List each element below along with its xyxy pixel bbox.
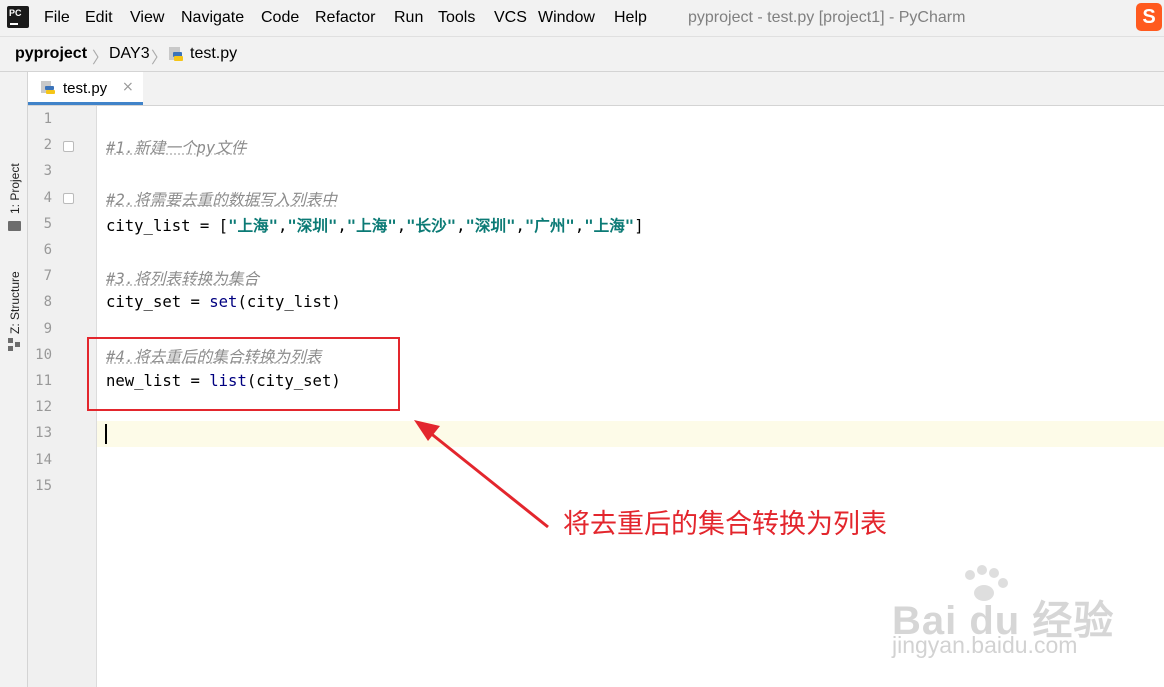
watermark-url: jingyan.baidu.com <box>892 632 1078 658</box>
current-line-highlight <box>97 421 1164 447</box>
string-literal: "上海" <box>346 217 397 235</box>
annotation-text: 将去重后的集合转换为列表 <box>563 509 887 540</box>
string-literal: "深圳" <box>465 217 516 235</box>
line-number: 11 <box>35 373 52 389</box>
structure-icon[interactable] <box>8 338 21 351</box>
editor-tab-bar: test.py × <box>28 72 1164 106</box>
separator: , <box>396 217 407 235</box>
separator: , <box>515 217 525 235</box>
code-text: city_list = [ <box>106 217 229 235</box>
line-number: 9 <box>43 320 52 337</box>
fold-marker-icon[interactable] <box>63 141 74 152</box>
separator: , <box>278 217 288 235</box>
menu-view[interactable]: View <box>130 9 164 27</box>
line-number: 1 <box>43 111 52 127</box>
string-literal: "广州" <box>524 217 575 235</box>
chevron-right-icon: 〉 <box>151 50 168 67</box>
chevron-right-icon: 〉 <box>92 50 109 67</box>
menu-edit[interactable]: Edit <box>85 9 113 27</box>
close-icon[interactable]: × <box>122 79 134 95</box>
line-number: 7 <box>43 268 52 285</box>
code-text: city_set = <box>106 293 210 311</box>
tab-test-py[interactable]: test.py × <box>28 72 143 105</box>
breadcrumb: pyproject 〉 DAY3 〉 test.py <box>0 37 1164 72</box>
code-text: ] <box>634 217 644 235</box>
line-number: 6 <box>43 242 52 258</box>
code-line-7: #3.将列表转换为集合 <box>106 267 259 289</box>
fold-marker-icon[interactable] <box>63 193 74 204</box>
separator: , <box>456 217 466 235</box>
code-line-8: city_set = set(city_list) <box>106 293 341 311</box>
app-icon-label: PC <box>9 8 22 18</box>
builtin-function: set <box>209 293 238 311</box>
window-title: pyproject - test.py [project1] - PyCharm <box>688 9 966 26</box>
breadcrumb-folder[interactable]: DAY3 <box>109 45 150 63</box>
comment: #2.将需要去重的数据写入列表中 <box>106 191 337 209</box>
python-file-icon <box>169 47 183 61</box>
text-caret <box>105 424 107 444</box>
menu-window[interactable]: Window <box>538 9 595 27</box>
line-number: 3 <box>43 163 52 180</box>
separator: , <box>574 217 585 235</box>
string-literal: "长沙" <box>406 217 457 235</box>
folder-icon[interactable] <box>8 221 21 231</box>
line-number: 13 <box>35 425 52 442</box>
menu-help[interactable]: Help <box>614 9 647 27</box>
string-literal: "深圳" <box>287 217 338 235</box>
code-text: (city_list) <box>237 293 341 311</box>
string-literal: "上海" <box>584 217 635 235</box>
line-number: 15 <box>35 477 52 494</box>
tool-window-strip: 1: Project Z: Structure <box>0 72 28 687</box>
breadcrumb-project[interactable]: pyproject <box>15 45 87 63</box>
breadcrumb-file[interactable]: test.py <box>190 45 237 63</box>
separator: , <box>337 217 347 235</box>
pycharm-logo-icon: PC <box>7 6 29 28</box>
line-number: 8 <box>43 294 52 311</box>
comment: #3.将列表转换为集合 <box>106 270 259 288</box>
menu-vcs[interactable]: VCS <box>494 9 527 27</box>
string-literal: "上海" <box>228 217 279 235</box>
tab-label: test.py <box>63 80 108 97</box>
menu-refactor[interactable]: Refactor <box>315 9 375 27</box>
highlight-box <box>87 337 400 411</box>
line-number: 10 <box>35 346 52 363</box>
line-number: 4 <box>43 189 52 206</box>
code-line-5: city_list = ["上海","深圳","上海","长沙","深圳","广… <box>106 214 644 236</box>
line-number: 14 <box>35 451 52 468</box>
line-number: 5 <box>43 215 52 232</box>
menu-navigate[interactable]: Navigate <box>181 9 244 27</box>
menu-tools[interactable]: Tools <box>438 9 475 27</box>
menu-run[interactable]: Run <box>394 9 423 27</box>
code-line-2: #1.新建一个py文件 <box>106 136 247 158</box>
line-number: 2 <box>43 137 52 154</box>
python-file-icon <box>41 81 55 94</box>
menu-bar: PC File Edit View Navigate Code Refactor… <box>0 0 1164 37</box>
tool-window-project[interactable]: 1: Project <box>8 163 22 214</box>
tool-window-structure[interactable]: Z: Structure <box>8 271 22 334</box>
menu-file[interactable]: File <box>44 9 70 27</box>
line-number: 12 <box>35 399 52 416</box>
code-line-4: #2.将需要去重的数据写入列表中 <box>106 188 337 210</box>
menu-code[interactable]: Code <box>261 9 299 27</box>
ime-icon[interactable]: S <box>1136 3 1162 31</box>
comment: #1.新建一个py文件 <box>106 139 247 157</box>
